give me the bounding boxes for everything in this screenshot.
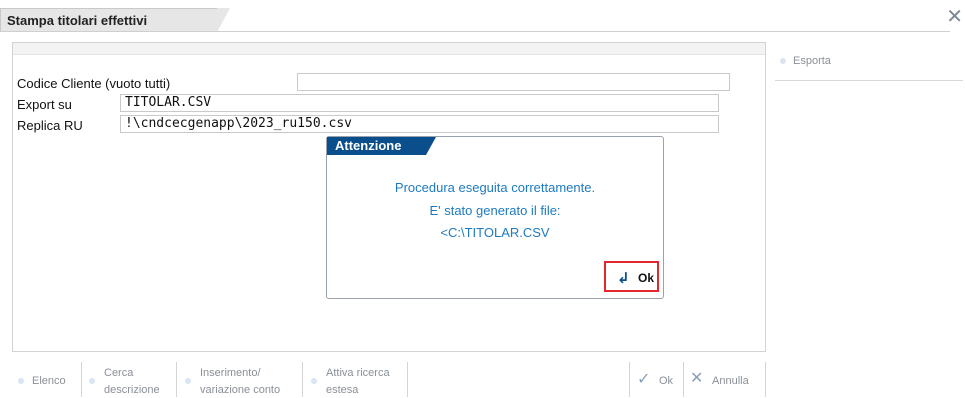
panel-header (13, 43, 765, 55)
elenco-label: Elenco (32, 375, 66, 387)
inserimento-label-1: Inserimento/ (200, 367, 261, 379)
toolbar-attiva-ricerca-button[interactable]: Attiva ricerca estesa (311, 362, 406, 396)
toolbar-separator (302, 362, 303, 397)
annulla-label: Annulla (712, 375, 749, 387)
dialog-ok-button[interactable]: ↲ Ok (604, 261, 659, 292)
toolbar-ok-button[interactable]: ✓ Ok (637, 362, 681, 396)
cerca-label-2: descrizione (104, 384, 160, 396)
toolbar-separator (176, 362, 177, 397)
replica-ru-input[interactable]: !\cndcecgenapp\2023_ru150.csv (120, 115, 719, 133)
cerca-label-1: Cerca (104, 367, 134, 379)
checkmark-icon: ✓ (637, 371, 651, 388)
codice-cliente-label: Codice Cliente (vuoto tutti) (17, 76, 171, 91)
dialog-message-line3: <C:\TITOLAR.CSV (440, 225, 550, 240)
bullet-icon (780, 58, 786, 65)
toolbar-separator (629, 362, 630, 397)
return-icon: ↲ (617, 270, 630, 287)
ok-label: Ok (638, 271, 655, 285)
title-divider (0, 31, 950, 32)
esporta-label: Esporta (793, 55, 831, 67)
bullet-icon (18, 378, 24, 384)
dialog-message-line1: Procedura eseguita correttamente. (394, 180, 596, 195)
replica-ru-label: Replica RU (17, 118, 83, 133)
inserimento-label-2: variazione conto (200, 384, 281, 396)
attiva-label-1: Attiva ricerca (326, 367, 390, 379)
dialog-message-line2: E' stato generato il file: (429, 203, 561, 218)
toolbar-separator (407, 362, 408, 397)
side-divider (775, 80, 963, 81)
export-su-input[interactable]: TITOLAR.CSV (120, 94, 719, 112)
export-su-label: Export su (17, 97, 72, 112)
codice-cliente-input[interactable] (297, 73, 730, 91)
toolbar-cerca-descrizione-button[interactable]: Cerca descrizione (89, 362, 175, 396)
toolbar-separator (81, 362, 82, 397)
esporta-action[interactable]: Esporta (780, 55, 831, 67)
bullet-icon (89, 378, 95, 384)
attention-dialog: Attenzione Procedura eseguita correttame… (326, 136, 664, 299)
toolbar-separator (765, 362, 766, 397)
close-icon[interactable]: ✕ (946, 7, 963, 27)
toolbar-inserimento-button[interactable]: Inserimento/ variazione conto (185, 362, 297, 396)
window-title: Stampa titolari effettivi (0, 8, 230, 32)
bullet-icon (311, 378, 317, 384)
ok-label: Ok (659, 375, 674, 387)
close-icon: ✕ (690, 370, 704, 387)
toolbar-separator (683, 362, 684, 397)
toolbar-elenco-button[interactable]: Elenco (18, 362, 80, 396)
attiva-label-2: estesa (326, 384, 359, 396)
dialog-title: Attenzione (327, 137, 436, 155)
bullet-icon (185, 378, 191, 384)
toolbar-annulla-button[interactable]: ✕ Annulla (690, 362, 764, 396)
